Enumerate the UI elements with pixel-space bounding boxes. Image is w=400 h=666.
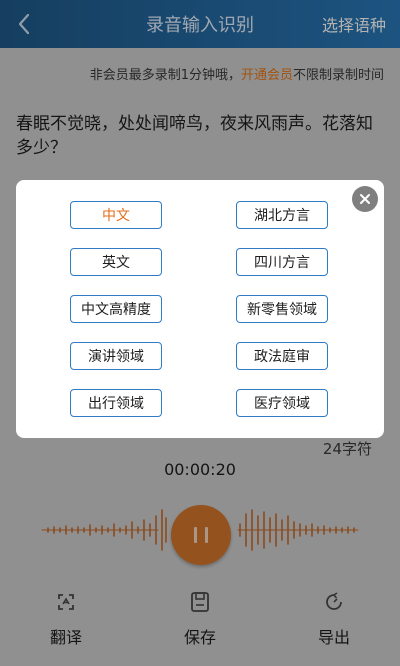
language-option-chinese-high-precision[interactable]: 中文高精度 xyxy=(70,295,162,323)
language-option-new-retail-domain[interactable]: 新零售领域 xyxy=(236,295,328,323)
close-icon xyxy=(360,194,370,204)
language-option-hubei-dialect[interactable]: 湖北方言 xyxy=(236,201,328,229)
language-option-sichuan-dialect[interactable]: 四川方言 xyxy=(236,248,328,276)
language-option-speech-domain[interactable]: 演讲领域 xyxy=(70,342,162,370)
language-option-medical-domain[interactable]: 医疗领域 xyxy=(236,389,328,417)
language-option-chinese[interactable]: 中文 xyxy=(70,201,162,229)
close-modal-button[interactable] xyxy=(352,186,378,212)
language-option-travel-domain[interactable]: 出行领域 xyxy=(70,389,162,417)
language-option-court-trial[interactable]: 政法庭审 xyxy=(236,342,328,370)
language-option-english[interactable]: 英文 xyxy=(70,248,162,276)
language-modal: 中文 英文 中文高精度 演讲领域 出行领域 湖北方言 四川方言 新零售领域 政法… xyxy=(16,180,384,438)
